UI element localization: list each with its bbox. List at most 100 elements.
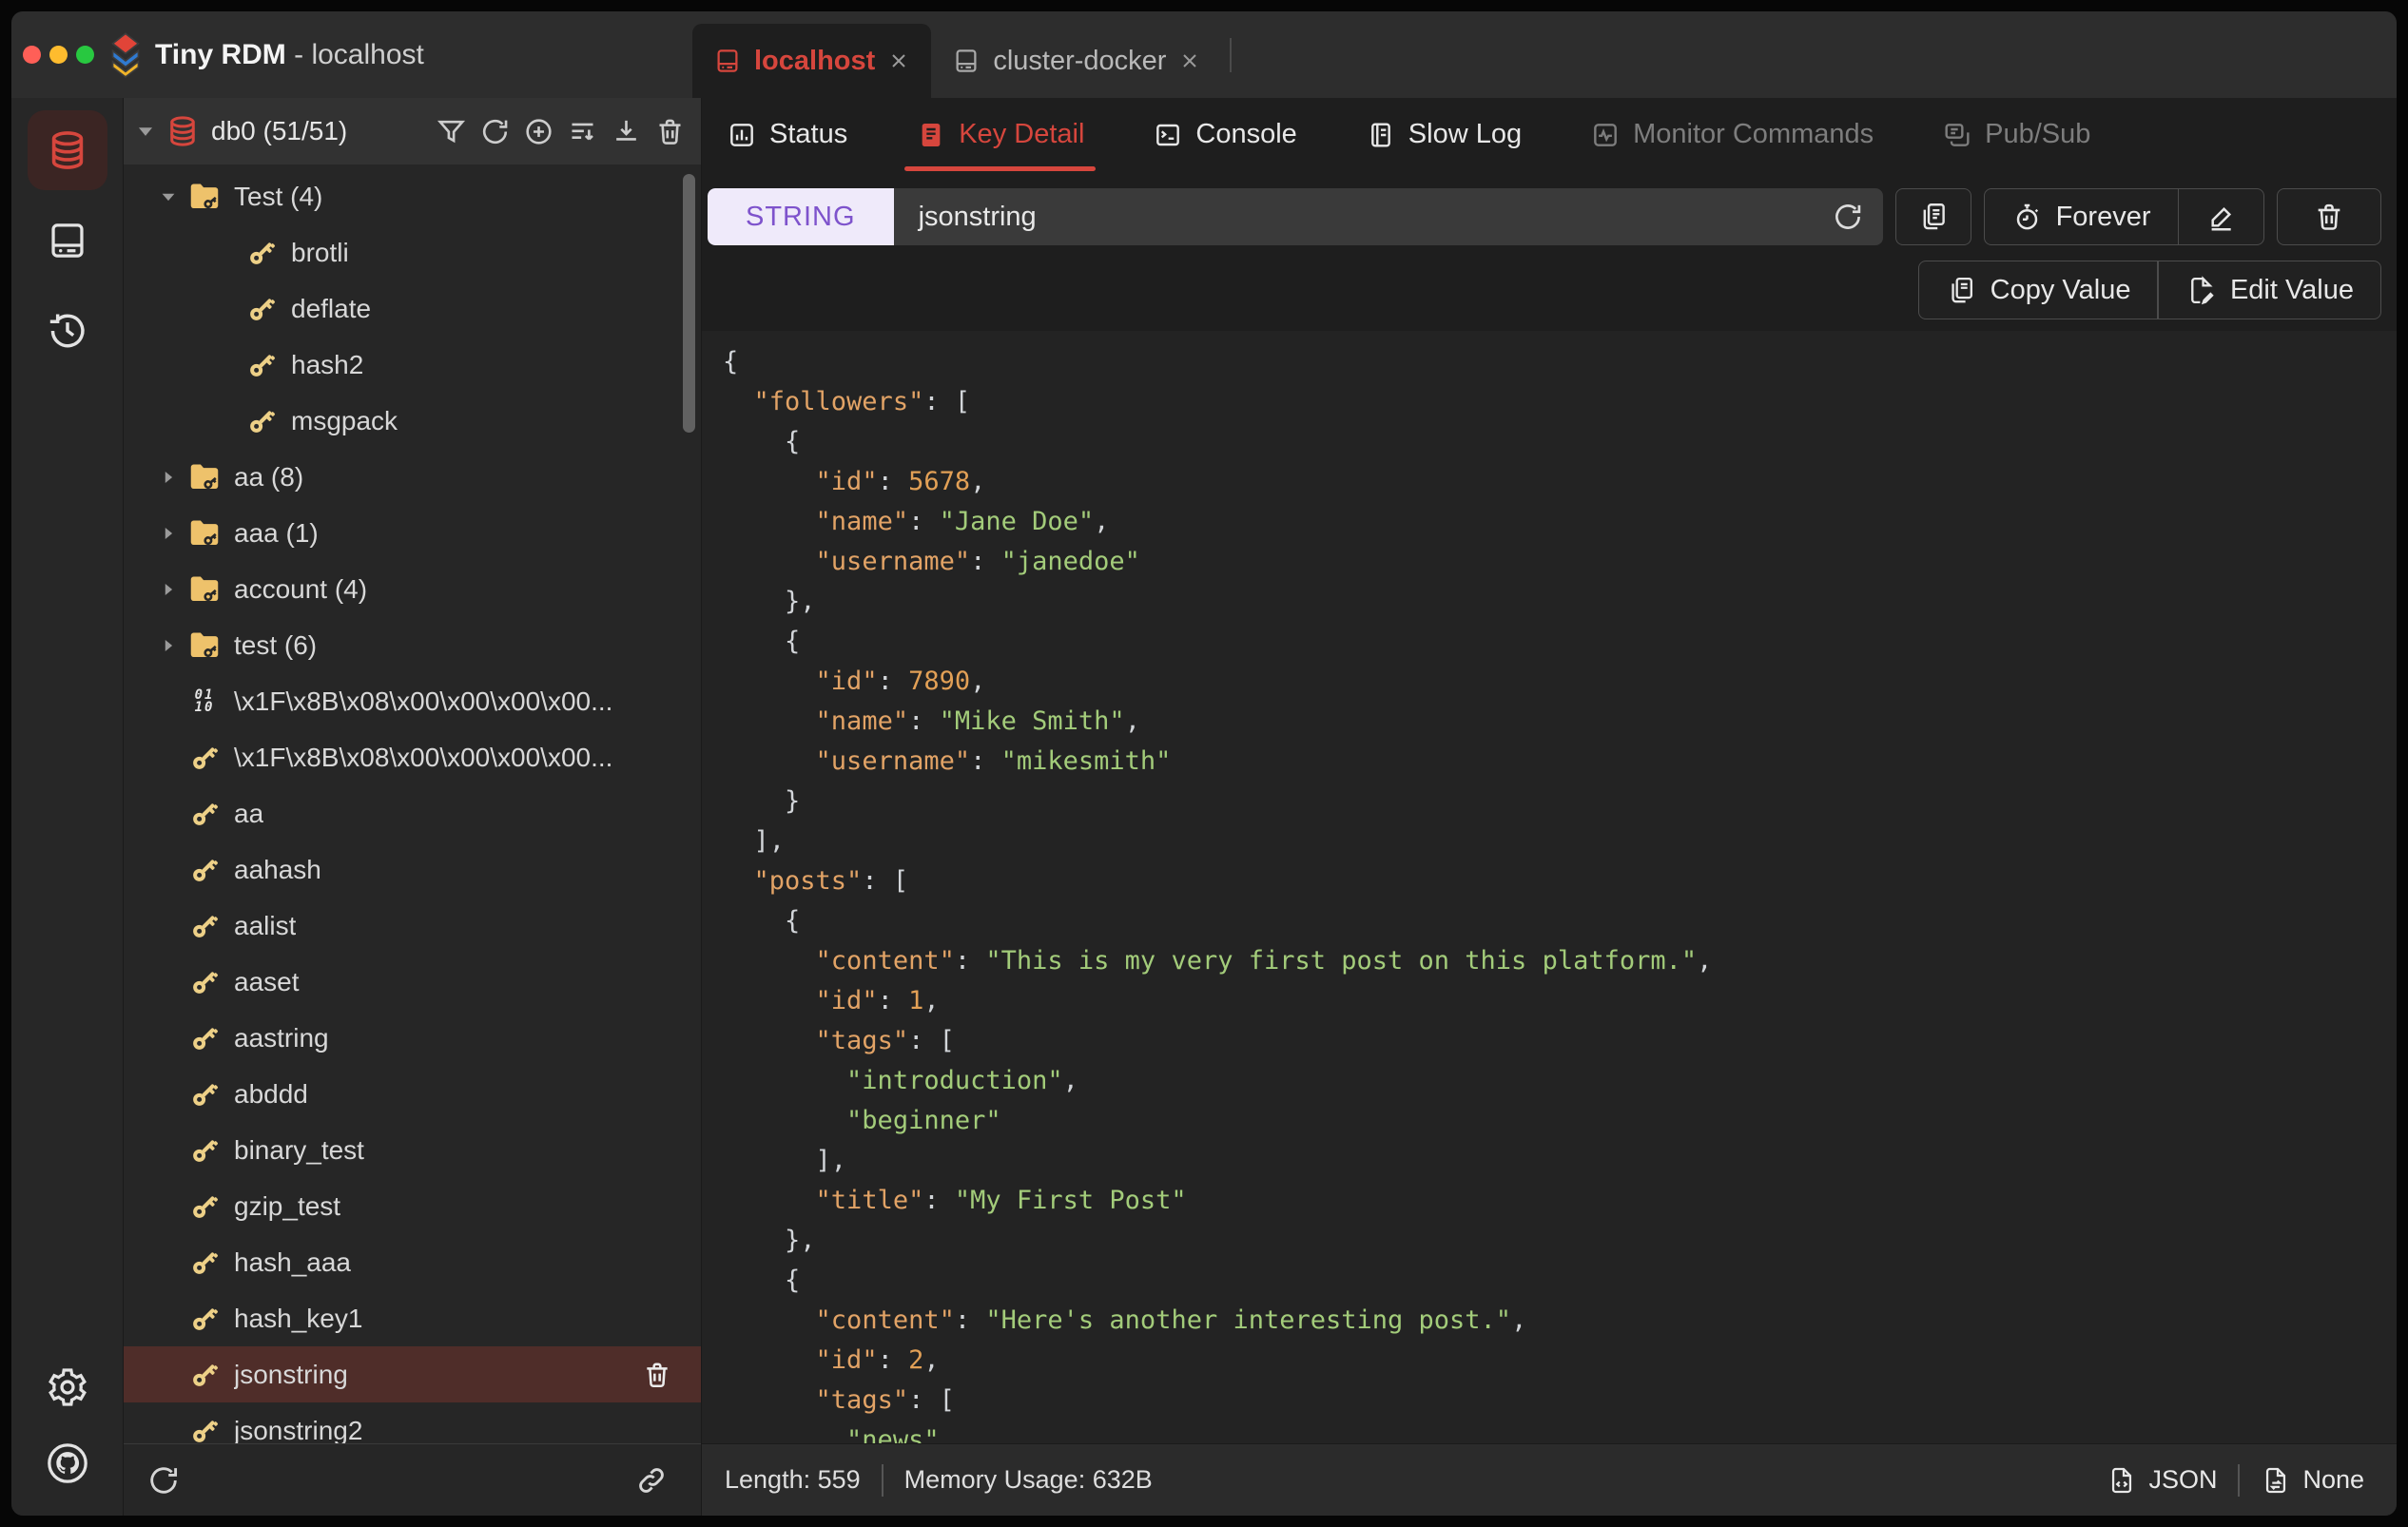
edit-value-button[interactable]: Edit Value	[2159, 261, 2380, 319]
connection-link-icon[interactable]	[634, 1463, 669, 1498]
caret-right-icon[interactable]	[158, 466, 186, 489]
rail-history-button[interactable]	[28, 291, 107, 371]
rename-key-button[interactable]	[2179, 189, 2263, 244]
tree-scrollbar[interactable]	[683, 174, 695, 433]
value-viewer[interactable]: { "followers": [ { "id": 5678, "name": "…	[702, 331, 2397, 1443]
connection-tab-label: localhost	[754, 45, 876, 76]
tree-item-label: aaa (1)	[234, 517, 319, 548]
reload-key-icon[interactable]	[1832, 201, 1864, 233]
tree-item-label: aaset	[234, 966, 300, 996]
tree-key-item[interactable]: gzip_test	[124, 1178, 701, 1234]
keydetail-icon	[916, 120, 946, 150]
delete-key-row-icon[interactable]	[642, 1360, 672, 1390]
close-tab-icon[interactable]	[887, 49, 910, 72]
caret-spacer	[158, 915, 186, 937]
tree-folder-item[interactable]: aaa (1)	[124, 505, 701, 561]
tree-key-item[interactable]: aa	[124, 785, 701, 841]
tree-key-item[interactable]: \x1F\x8B\x08\x00\x00\x00\x00...	[124, 729, 701, 785]
tree-key-item[interactable]: binary_test	[124, 1122, 701, 1178]
caret-down-icon[interactable]	[158, 185, 186, 208]
rail-database-button[interactable]	[27, 110, 107, 190]
tree-key-item[interactable]: hash2	[124, 337, 701, 393]
key-icon	[186, 964, 223, 1000]
tree-key-item[interactable]: hash_key1	[124, 1290, 701, 1346]
close-window-button[interactable]	[23, 46, 41, 64]
tab-key-detail[interactable]: Key Detail	[904, 98, 1097, 171]
db-expand-caret-icon[interactable]	[133, 119, 158, 144]
load-more-icon[interactable]	[567, 116, 598, 147]
app-window: Tiny RDM - localhost localhost cluster-do…	[11, 11, 2397, 1516]
rail-server-button[interactable]	[28, 201, 107, 280]
json-line: "name": "Jane Doe",	[815, 507, 1110, 536]
tab-monitor-commands[interactable]: Monitor Commands	[1586, 98, 1877, 171]
caret-right-icon[interactable]	[158, 522, 186, 545]
refresh-tree-icon[interactable]	[146, 1463, 181, 1498]
tree-key-item[interactable]: deflate	[124, 280, 701, 337]
tree-key-item[interactable]: msgpack	[124, 393, 701, 449]
delete-key-button[interactable]	[2277, 188, 2381, 245]
database-icon	[165, 114, 200, 148]
load-all-icon[interactable]	[611, 116, 642, 147]
json-line: "news",	[846, 1425, 955, 1443]
tree-item-label: brotli	[291, 237, 349, 267]
tab-label: Monitor Commands	[1633, 119, 1874, 149]
json-line: "followers": [	[753, 387, 971, 416]
copy-key-button[interactable]	[1894, 188, 1971, 245]
decode-selector[interactable]: None	[2261, 1465, 2364, 1496]
caret-right-icon[interactable]	[158, 634, 186, 657]
tab-slow-log[interactable]: Slow Log	[1362, 98, 1525, 171]
database-toolbar	[436, 116, 686, 147]
copy-value-button[interactable]: Copy Value	[1919, 261, 2158, 319]
ttl-button[interactable]: Forever	[1985, 189, 2178, 244]
add-key-icon[interactable]	[523, 116, 554, 147]
key-icon	[186, 852, 223, 888]
folder-key-icon	[186, 628, 223, 664]
zoom-window-button[interactable]	[76, 46, 94, 64]
tab-console[interactable]: Console	[1149, 98, 1300, 171]
tab-status[interactable]: Status	[723, 98, 851, 171]
github-button[interactable]	[40, 1436, 95, 1491]
tree-key-item[interactable]: aahash	[124, 841, 701, 898]
key-name-field[interactable]: STRING jsonstring	[708, 188, 1883, 245]
caret-spacer	[158, 971, 186, 994]
reload-keys-icon[interactable]	[479, 116, 511, 147]
binary-icon: 01 10	[186, 684, 223, 720]
tree-folder-item[interactable]: aa (8)	[124, 449, 701, 505]
close-tab-icon[interactable]	[1178, 49, 1201, 72]
database-header-row[interactable]: db0 (51/51)	[124, 98, 701, 164]
connection-tab-localhost[interactable]: localhost	[692, 24, 932, 98]
caret-spacer	[158, 1420, 186, 1442]
tree-key-item[interactable]: jsonstring2	[124, 1402, 701, 1443]
tree-key-item[interactable]: aalist	[124, 898, 701, 954]
tree-key-item[interactable]: brotli	[124, 224, 701, 280]
tree-key-item[interactable]: jsonstring	[124, 1346, 701, 1402]
tree-item-label: jsonstring2	[234, 1415, 363, 1444]
tab-pub-sub[interactable]: Pub/Sub	[1938, 98, 2094, 171]
host-icon	[952, 47, 981, 75]
flush-db-trash-icon[interactable]	[654, 116, 686, 147]
filter-icon[interactable]	[436, 116, 467, 147]
edit-document-icon	[2185, 275, 2217, 306]
key-icon	[186, 1245, 223, 1281]
tree-key-item[interactable]: 01 10 \x1F\x8B\x08\x00\x00\x00\x00...	[124, 673, 701, 729]
minimize-window-button[interactable]	[49, 46, 68, 64]
tree-key-item[interactable]: abddd	[124, 1066, 701, 1122]
tree-key-item[interactable]: aastring	[124, 1010, 701, 1066]
json-line: "username": "mikesmith"	[815, 746, 1172, 776]
connection-tab-cluster-docker[interactable]: cluster-docker	[931, 24, 1222, 98]
tree-folder-item[interactable]: Test (4)	[124, 168, 701, 224]
caret-right-icon[interactable]	[158, 578, 186, 601]
tree-key-item[interactable]: hash_aaa	[124, 1234, 701, 1290]
tree-key-item[interactable]: aaset	[124, 954, 701, 1010]
tree-folder-item[interactable]: test (6)	[124, 617, 701, 673]
tree-folder-item[interactable]: account (4)	[124, 561, 701, 617]
tree-item-label: Test (4)	[234, 181, 323, 211]
json-line: "title": "My First Post"	[815, 1186, 1187, 1215]
copy-value-label: Copy Value	[1990, 274, 2131, 305]
tree-item-label: jsonstring	[234, 1359, 348, 1389]
view-format-selector[interactable]: JSON	[2107, 1465, 2217, 1496]
key-tree[interactable]: Test (4) brotli deflate hash2 msgpack aa (8) a…	[124, 164, 701, 1443]
caret-spacer	[158, 1251, 186, 1274]
key-name-value: jsonstring	[918, 201, 1037, 232]
settings-button[interactable]	[40, 1360, 95, 1415]
